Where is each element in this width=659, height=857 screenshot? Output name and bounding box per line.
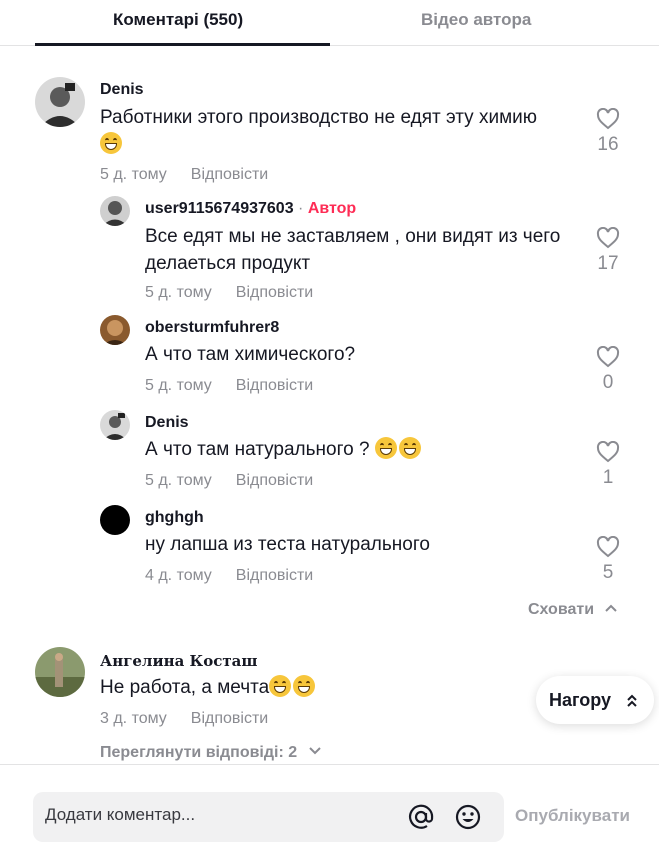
joy-emoji-icon	[269, 675, 292, 697]
emoji-picker-icon[interactable]	[455, 804, 481, 830]
heart-icon	[596, 108, 620, 130]
reply-username-link[interactable]: user9115674937603	[145, 200, 294, 217]
reply-time: 5 д. тому	[145, 472, 212, 489]
reply-username[interactable]: ghghgh	[145, 509, 204, 527]
heart-icon	[596, 346, 620, 368]
hide-replies-label: Сховати	[528, 601, 595, 618]
like-button[interactable]: 1	[588, 441, 628, 489]
comment-text: Работники этого производство не едят эту…	[100, 104, 570, 158]
joy-emoji-icon	[398, 437, 421, 459]
like-count: 1	[602, 467, 614, 488]
like-count: 17	[597, 253, 619, 274]
avatar[interactable]	[100, 315, 130, 345]
comment-composer: Опублікувати	[0, 764, 659, 857]
heart-icon	[596, 227, 620, 249]
reply-username[interactable]: obersturmfuhrer8	[145, 319, 279, 337]
comment-text-content: Не работа, а мечта	[100, 677, 270, 698]
chevron-up-icon	[605, 604, 618, 612]
comment-input[interactable]	[45, 805, 385, 825]
tab-bar: Коментарі (550) Відео автора	[0, 0, 659, 46]
comment-time: 3 д. тому	[100, 710, 167, 727]
back-to-top-label: Нагору	[549, 690, 612, 710]
separator-dot: ·	[293, 200, 308, 217]
reply-button[interactable]: Відповісти	[236, 377, 313, 394]
reply-button[interactable]: Відповісти	[236, 567, 313, 584]
avatar[interactable]	[100, 410, 130, 440]
comment-meta: 3 д. тому Відповісти	[100, 710, 268, 728]
like-button[interactable]: 0	[588, 346, 628, 394]
comment-text-content: Работники этого производство не едят эту…	[100, 107, 537, 128]
comment-time: 5 д. тому	[100, 166, 167, 183]
comment-username[interactable]: Ангелина Косташ	[100, 652, 257, 670]
reply-text: ну лапша из теста натурального	[145, 534, 430, 555]
double-chevron-up-icon	[627, 694, 637, 707]
reply-time: 4 д. тому	[145, 567, 212, 584]
chevron-down-icon	[308, 747, 321, 755]
reply-meta: 4 д. тому Відповісти	[145, 567, 313, 585]
author-badge: Автор	[307, 200, 357, 217]
joy-emoji-icon	[374, 437, 397, 459]
like-count: 5	[602, 562, 614, 583]
comment-username[interactable]: Denis	[100, 81, 144, 99]
avatar[interactable]	[100, 196, 130, 226]
reply-username[interactable]: Denis	[145, 414, 189, 432]
like-button[interactable]: 17	[588, 227, 628, 275]
avatar[interactable]	[35, 77, 85, 127]
hide-replies-button[interactable]: Сховати	[528, 601, 618, 619]
view-replies-button[interactable]: Переглянути відповіді: 2	[100, 744, 322, 762]
heart-icon	[596, 536, 620, 558]
like-button[interactable]: 16	[588, 108, 628, 156]
comment-input-box[interactable]	[33, 792, 504, 842]
back-to-top-button[interactable]: Нагору	[536, 676, 654, 724]
reply-button[interactable]: Відповісти	[236, 284, 313, 301]
comment-meta: 5 д. тому Відповісти	[100, 166, 268, 184]
reply-text: А что там натурального ?	[145, 436, 615, 463]
reply-time: 5 д. тому	[145, 284, 212, 301]
reply-button[interactable]: Відповісти	[191, 166, 268, 183]
reply-meta: 5 д. тому Відповісти	[145, 284, 313, 302]
heart-icon	[596, 441, 620, 463]
joy-emoji-icon	[293, 675, 316, 697]
like-button[interactable]: 5	[588, 536, 628, 584]
comment-text: Не работа, а мечта	[100, 674, 570, 701]
reply-text-content: А что там натурального ?	[145, 439, 370, 460]
reply-meta: 5 д. тому Відповісти	[145, 377, 313, 395]
reply-meta: 5 д. тому Відповісти	[145, 472, 313, 490]
post-button[interactable]: Опублікувати	[515, 806, 630, 826]
like-count: 0	[602, 372, 614, 393]
reply-button[interactable]: Відповісти	[236, 472, 313, 489]
like-count: 16	[597, 134, 619, 155]
avatar[interactable]	[100, 505, 130, 535]
reply-text: Все едят мы не заставляем , они видят из…	[145, 226, 561, 274]
tab-comments[interactable]: Коментарі (550)	[113, 10, 243, 30]
reply-time: 5 д. тому	[145, 377, 212, 394]
avatar[interactable]	[35, 647, 85, 697]
grinning-emoji-icon	[100, 132, 122, 154]
reply-text: А что там химического?	[145, 344, 356, 365]
tab-author-videos[interactable]: Відео автора	[421, 10, 531, 30]
reply-username: user9115674937603 · Автор	[145, 200, 356, 218]
reply-button[interactable]: Відповісти	[191, 710, 268, 727]
view-replies-label: Переглянути відповіді: 2	[100, 744, 298, 761]
active-tab-indicator	[35, 43, 330, 46]
mention-icon[interactable]	[408, 804, 434, 830]
